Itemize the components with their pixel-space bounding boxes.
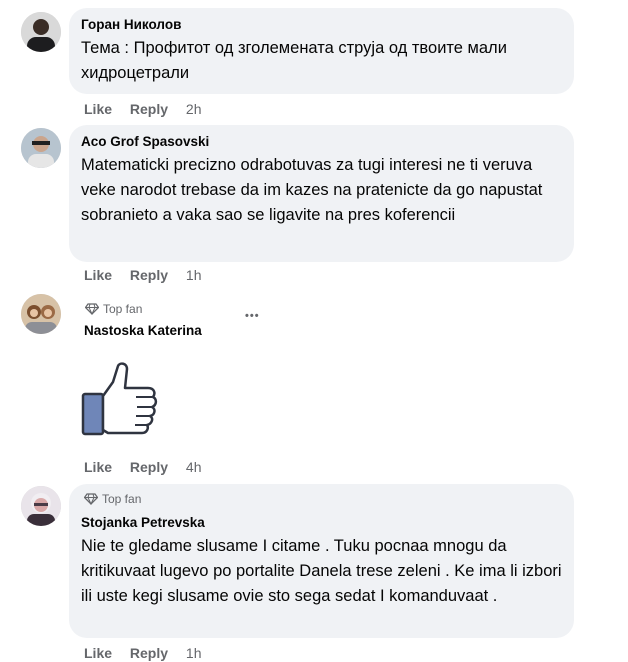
comment-author[interactable]: Горан Николов bbox=[81, 16, 562, 34]
top-fan-badge[interactable]: Top fan bbox=[85, 301, 142, 317]
comment-author[interactable]: Stojanka Petrevska bbox=[81, 514, 562, 532]
avatar[interactable] bbox=[21, 128, 61, 168]
more-options-icon[interactable]: ••• bbox=[245, 310, 260, 322]
comment-text: Matematicki precizno odrabotuvas za tugi… bbox=[81, 156, 543, 224]
like-button[interactable]: Like bbox=[84, 267, 112, 283]
diamond-icon bbox=[85, 303, 99, 315]
reply-button[interactable]: Reply bbox=[130, 459, 168, 475]
avatar[interactable] bbox=[21, 294, 61, 334]
top-fan-badge[interactable]: Top fan bbox=[84, 491, 562, 507]
comment-actions: Like Reply 1h bbox=[84, 266, 216, 284]
reply-button[interactable]: Reply bbox=[130, 267, 168, 283]
comment-actions: Like Reply 4h bbox=[84, 458, 216, 476]
thumbs-up-sticker bbox=[80, 360, 160, 440]
avatar[interactable] bbox=[21, 486, 61, 526]
badge-label: Top fan bbox=[103, 302, 143, 316]
comment-timestamp[interactable]: 2h bbox=[186, 101, 202, 117]
avatar[interactable] bbox=[21, 12, 61, 52]
like-button[interactable]: Like bbox=[84, 459, 112, 475]
comment-bubble: Aco Grof Spasovski Matematicki precizno … bbox=[69, 125, 574, 262]
reply-button[interactable]: Reply bbox=[130, 645, 168, 661]
diamond-icon bbox=[84, 493, 98, 505]
comment-author[interactable]: Aco Grof Spasovski bbox=[81, 133, 562, 151]
comment-author[interactable]: Nastoska Katerina bbox=[84, 323, 202, 338]
comment-timestamp[interactable]: 1h bbox=[186, 645, 202, 661]
comment-actions: Like Reply 1h bbox=[84, 644, 216, 662]
comment-actions: Like Reply 2h bbox=[84, 100, 216, 118]
like-button[interactable]: Like bbox=[84, 645, 112, 661]
comment-timestamp[interactable]: 4h bbox=[186, 459, 202, 475]
badge-label: Top fan bbox=[102, 492, 142, 506]
reply-button[interactable]: Reply bbox=[130, 101, 168, 117]
comment-bubble: Горан Николов Тема : Профитот од зголеме… bbox=[69, 8, 574, 94]
comment-text: Тема : Профитот од зголемената струја од… bbox=[81, 39, 507, 82]
like-button[interactable]: Like bbox=[84, 101, 112, 117]
comment-timestamp[interactable]: 1h bbox=[186, 267, 202, 283]
comment-text: Nie te gledame slusame I citame . Tuku p… bbox=[81, 537, 562, 605]
comment-bubble: Top fan Stojanka Petrevska Nie te gledam… bbox=[69, 484, 574, 638]
